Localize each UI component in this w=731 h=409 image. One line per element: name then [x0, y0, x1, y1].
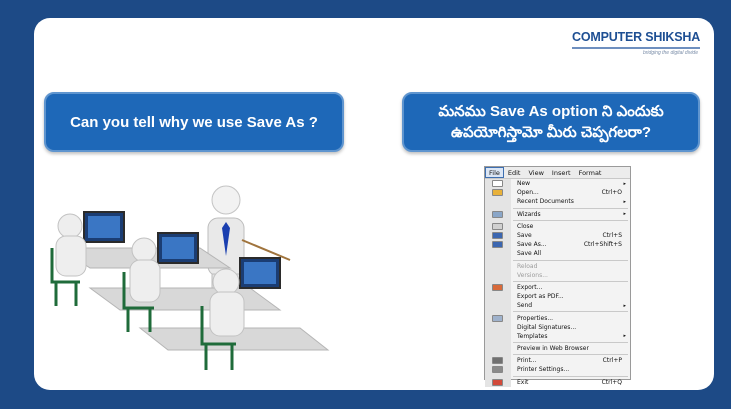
menu-item-wizards[interactable]: Wizards ▸	[485, 210, 630, 219]
menu-separator	[513, 219, 628, 221]
submenu-arrow-icon: ▸	[623, 333, 626, 340]
logo-tagline: bridging the digital divide	[642, 50, 698, 56]
properties-icon	[492, 314, 503, 322]
file-menu-items: New ▸ Open... Ctrl+O Recent Documents ▸ Wizard…	[485, 179, 630, 387]
logo-text: COMPUTER SHIKSHA	[572, 30, 701, 44]
computer-shiksha-logo: COMPUTER SHIKSHA bridging the digital di…	[572, 26, 702, 62]
menu-item-preview-in-web-browser[interactable]: Preview in Web Browser	[485, 344, 630, 353]
menu-item-shortcut: Ctrl+O	[601, 189, 622, 197]
menu-insert[interactable]: Insert	[548, 167, 575, 178]
menu-edit[interactable]: Edit	[504, 167, 525, 178]
menu-item-label: Preview in Web Browser	[517, 345, 589, 353]
menu-separator	[513, 375, 628, 377]
export-icon	[492, 283, 503, 291]
menu-separator	[513, 259, 628, 261]
menu-item-label: Properties...	[517, 314, 554, 322]
menu-item-label: Printer Settings...	[517, 366, 570, 374]
open-folder-icon	[492, 189, 503, 197]
menu-format[interactable]: Format	[575, 167, 606, 178]
menu-item-save-as[interactable]: Save As... Ctrl+Shift+S	[485, 240, 630, 249]
menu-item-label: Export...	[517, 283, 543, 291]
menu-separator	[513, 311, 628, 313]
menu-item-shortcut: Ctrl+P	[602, 357, 622, 365]
menu-bar: File Edit View Insert Format	[485, 167, 630, 179]
save-as-icon	[492, 241, 503, 249]
save-icon	[492, 232, 503, 240]
menu-item-digital-signatures[interactable]: Digital Signatures...	[485, 323, 630, 332]
menu-item-save[interactable]: Save Ctrl+S	[485, 231, 630, 240]
menu-item-shortcut: Ctrl+Q	[601, 378, 622, 386]
menu-item-reload: Reload	[485, 262, 630, 271]
menu-item-label: Save All	[517, 250, 542, 258]
menu-item-label: Recent Documents	[517, 198, 574, 206]
menu-item-label: Versions...	[517, 271, 548, 279]
menu-separator	[513, 354, 628, 356]
menu-item-send[interactable]: Send ▸	[485, 301, 630, 310]
classroom-illustration	[50, 185, 330, 370]
menu-item-label: Close	[517, 222, 534, 230]
print-icon	[492, 357, 503, 365]
menu-item-shortcut: Ctrl+Shift+S	[583, 241, 622, 249]
menu-item-exit[interactable]: Exit Ctrl+Q	[485, 378, 630, 387]
menu-item-label: New	[517, 180, 531, 188]
english-question-callout: Can you tell why we use Save As ?	[44, 92, 344, 152]
menu-item-export[interactable]: Export...	[485, 283, 630, 292]
menu-item-close[interactable]: Close	[485, 222, 630, 231]
menu-item-save-all[interactable]: Save All	[485, 249, 630, 258]
menu-item-label: Export as PDF...	[517, 293, 564, 301]
menu-item-open[interactable]: Open... Ctrl+O	[485, 188, 630, 197]
menu-item-printer-settings[interactable]: Printer Settings...	[485, 365, 630, 374]
submenu-arrow-icon: ▸	[623, 211, 626, 218]
logo-underline	[572, 47, 700, 49]
menu-item-label: Templates	[517, 332, 548, 340]
menu-item-recent-documents[interactable]: Recent Documents ▸	[485, 197, 630, 206]
menu-item-label: Save	[517, 232, 532, 240]
menu-item-export-as-pdf[interactable]: Export as PDF...	[485, 292, 630, 301]
menu-item-new[interactable]: New ▸	[485, 179, 630, 188]
menu-separator	[513, 280, 628, 282]
telugu-question-callout: మనము Save As option ని ఎందుకు ఉపయోగిస్తా…	[402, 92, 700, 152]
new-doc-icon	[492, 180, 503, 188]
menu-item-label: Digital Signatures...	[517, 323, 577, 331]
menu-item-versions: Versions...	[485, 271, 630, 280]
printer-settings-icon	[492, 366, 503, 374]
menu-item-label: Exit	[517, 378, 529, 386]
menu-item-label: Send	[517, 302, 533, 310]
menu-view[interactable]: View	[524, 167, 547, 178]
menu-file[interactable]: File	[485, 167, 504, 178]
menu-separator	[513, 342, 628, 343]
menu-item-label: Save As...	[517, 241, 547, 249]
menu-item-properties[interactable]: Properties...	[485, 313, 630, 322]
telugu-question-text: మనము Save As option ని ఎందుకు ఉపయోగిస్తా…	[438, 103, 664, 141]
menu-item-shortcut: Ctrl+S	[602, 232, 622, 240]
menu-separator	[513, 207, 628, 209]
menu-item-print[interactable]: Print... Ctrl+P	[485, 356, 630, 365]
menu-item-templates[interactable]: Templates ▸	[485, 332, 630, 341]
exit-icon	[492, 378, 503, 386]
close-doc-icon	[492, 222, 503, 230]
menu-item-label: Open...	[517, 189, 539, 197]
wizard-icon	[492, 210, 503, 218]
file-menu-screenshot: File Edit View Insert Format New ▸ Open...…	[484, 166, 631, 387]
submenu-arrow-icon: ▸	[623, 180, 626, 187]
menu-item-label: Reload	[517, 262, 538, 270]
menu-item-label: Print...	[517, 357, 537, 365]
submenu-arrow-icon: ▸	[623, 198, 626, 205]
menu-item-label: Wizards	[517, 210, 541, 218]
english-question-text: Can you tell why we use Save As ?	[70, 113, 318, 131]
submenu-arrow-icon: ▸	[623, 302, 626, 309]
